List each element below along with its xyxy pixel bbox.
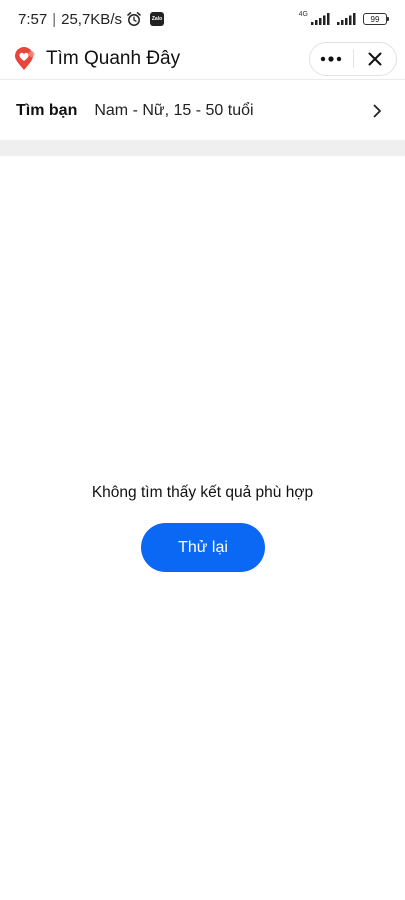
location-pin-heart-icon <box>12 46 36 71</box>
zalo-icon: Zalo <box>149 12 164 26</box>
empty-state-message: Không tìm thấy kết quả phù hợp <box>91 484 314 501</box>
status-bar: 7:57 | 25,7KB/s Zalo 4G 99 <box>0 0 405 38</box>
close-button[interactable] <box>354 43 397 75</box>
status-right: 4G 99 <box>298 10 389 25</box>
status-left: 7:57 | 25,7KB/s Zalo <box>18 11 164 28</box>
status-time: 7:57 <box>18 10 48 28</box>
app-header: Tìm Quanh Đây <box>0 38 405 80</box>
filter-label: Tìm bạn <box>16 101 78 119</box>
signal-icon <box>311 13 331 25</box>
retry-button[interactable]: Thử lại <box>141 523 265 572</box>
close-icon <box>368 52 382 66</box>
filter-row[interactable]: Tìm bạn Nam - Nữ, 15 - 50 tuổi <box>0 81 405 140</box>
more-dots-icon <box>320 55 342 62</box>
section-divider <box>0 140 405 156</box>
alarm-icon <box>126 11 142 27</box>
page-title: Tìm Quanh Đây <box>46 47 181 69</box>
status-separator: | <box>52 10 57 28</box>
network-speed: 25,7KB/s <box>61 10 122 28</box>
mini-app-capsule <box>309 41 397 76</box>
battery-icon: 99 <box>363 13 389 25</box>
signal-icon <box>337 13 357 25</box>
more-button[interactable] <box>310 43 353 75</box>
chevron-right-icon <box>369 103 385 119</box>
network-type: 4G <box>298 10 308 18</box>
filter-value: Nam - Nữ, 15 - 50 tuổi <box>94 101 254 119</box>
